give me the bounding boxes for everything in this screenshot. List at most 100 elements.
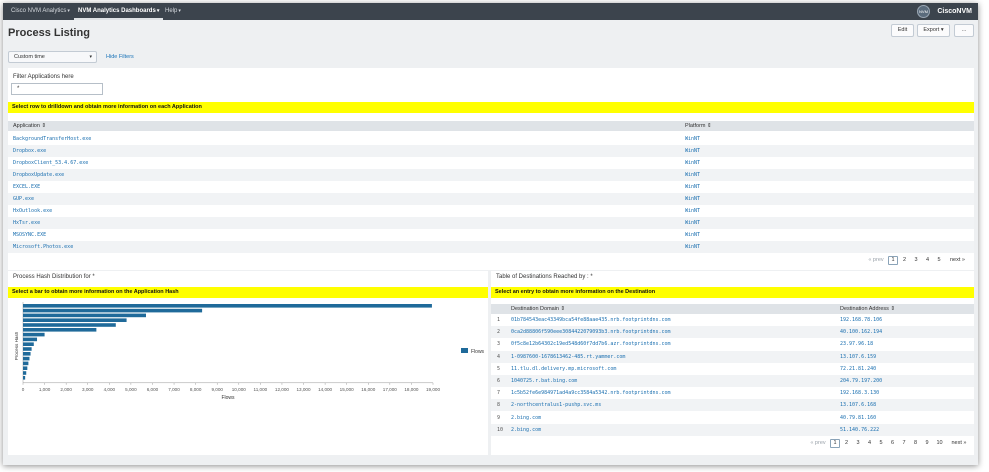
chart-bar[interactable] [23, 304, 432, 308]
x-tick-label: 3,000 [82, 387, 94, 392]
nav-nvm-analytics-dashboards[interactable]: NVM Analytics Dashboards▾ [74, 3, 164, 20]
application-cell: HxTsr.exe [13, 220, 41, 226]
page-1-link[interactable]: 1 [888, 256, 898, 265]
destination-address-cell: 40.79.81.160 [840, 414, 877, 421]
column-destination-address[interactable]: Destination Address ⇕ [840, 304, 895, 314]
row-number: 8 [497, 402, 501, 409]
chart-bar[interactable] [23, 323, 116, 327]
chart-bar[interactable] [23, 313, 146, 318]
table-row[interactable]: 6 1040725.r.bat.bing.com 204.79.197.200 [491, 375, 974, 387]
page-8-link[interactable]: 8 [911, 439, 921, 448]
x-tick-label: 10,000 [232, 387, 246, 392]
caret-down-icon: ▾ [940, 27, 944, 33]
page-4-link[interactable]: 4 [923, 256, 933, 265]
nav-cisco-nvm-analytics[interactable]: Cisco NVM Analytics▾ [7, 3, 74, 20]
table-row[interactable]: GUP.exe WinNT [8, 193, 974, 205]
x-tick-label: 5,000 [125, 387, 137, 392]
table-row[interactable]: 2 0ca2d88806f590eee3084422079093b3.nrb.fo… [491, 326, 974, 339]
table-row[interactable]: HxTsr.exe WinNT [8, 217, 974, 229]
page-3-link[interactable]: 3 [853, 439, 863, 448]
column-label: Platform [685, 123, 706, 129]
more-actions-button[interactable]: ... [954, 24, 974, 37]
table-row[interactable]: MSOSYNC.EXE WinNT [8, 229, 974, 241]
page-4-link[interactable]: 4 [865, 439, 875, 448]
column-destination-domain[interactable]: Destination Domain ⇕ [511, 304, 565, 314]
table-row[interactable]: HxOutlook.exe WinNT [8, 205, 974, 217]
export-label: Export [923, 27, 940, 33]
legend-label: Flows [471, 349, 485, 355]
table-row[interactable]: Dropbox.exe WinNT [8, 145, 974, 157]
export-button[interactable]: Export ▾ [917, 24, 950, 37]
chart-bar[interactable] [23, 371, 27, 375]
table-row[interactable]: 3 0f5c8e12b64302c19ed548d60f7dd7b6.azr.fo… [491, 338, 974, 350]
destination-domain-cell: 0f5c8e12b64302c19ed548d60f7dd7b6.azr.foo… [511, 341, 671, 348]
column-application[interactable]: Application ⇕ [13, 121, 46, 131]
hide-filters-link[interactable]: Hide Filters [106, 54, 134, 60]
table-row[interactable]: 1 01b784543eac43349bca54fe88aae435.nrb.fo… [491, 314, 974, 326]
prev-page-link[interactable]: « prev [807, 439, 829, 448]
table-row[interactable]: EXCEL.EXE WinNT [8, 181, 974, 193]
sort-icon: ⇕ [707, 123, 712, 129]
caret-down-icon: ▾ [67, 8, 70, 14]
next-page-link[interactable]: next » [948, 439, 970, 448]
table-row[interactable]: DropboxUpdate.exe WinNT [8, 169, 974, 181]
page-6-link[interactable]: 6 [888, 439, 898, 448]
row-number: 5 [497, 365, 501, 372]
x-tick-label: 9,000 [211, 387, 223, 392]
destination-address-cell: 192.168.78.106 [840, 317, 883, 323]
table-row[interactable]: 10 2.bing.com 51.140.76.222 [491, 423, 974, 436]
x-tick-label: 7,000 [168, 387, 180, 392]
filter-applications-input[interactable]: * [11, 83, 103, 95]
chart-bar[interactable] [23, 342, 34, 346]
table-row[interactable]: Microsoft.Photos.exe WinNT [8, 241, 974, 253]
next-page-link[interactable]: next » [947, 256, 969, 265]
table-row[interactable]: 7 1c5b52fe6e984971ad4a9cc3584a5342.nrb.fo… [491, 387, 974, 399]
row-number: 1 [497, 317, 501, 323]
page-5-link[interactable]: 5 [934, 256, 944, 265]
destinations-table-header: Destination Domain ⇕ Destination Address… [491, 304, 974, 314]
destinations-instruction-banner: Select an entry to obtain more informati… [491, 287, 974, 298]
page-9-link[interactable]: 9 [922, 439, 932, 448]
platform-cell: WinNT [685, 148, 701, 154]
platform-cell: WinNT [685, 244, 701, 250]
x-tick-label: 2,000 [60, 387, 72, 392]
chart-bar[interactable] [23, 366, 28, 370]
application-cell: HxOutlook.exe [13, 208, 53, 214]
hash-panel-title: Process Hash Distribution for * [13, 274, 95, 280]
chart-bar[interactable] [23, 361, 29, 366]
table-row[interactable]: 5 11.tlu.dl.delivery.mp.microsoft.com 72.2… [491, 363, 974, 375]
page-2-link[interactable]: 2 [900, 256, 910, 265]
chart-bar[interactable] [23, 356, 30, 361]
chart-bar[interactable] [23, 352, 31, 356]
platform-cell: WinNT [685, 184, 701, 190]
chart-bar[interactable] [23, 328, 97, 332]
application-cell: Microsoft.Photos.exe [13, 244, 74, 250]
table-row[interactable]: 4 1-0987600-1678613462-485.rt.yammer.com 1… [491, 350, 974, 363]
page-2-link[interactable]: 2 [842, 439, 852, 448]
chart-bar[interactable] [23, 318, 127, 322]
table-row[interactable]: DropboxClient_53.4.67.exe WinNT [8, 157, 974, 169]
page-5-link[interactable]: 5 [876, 439, 886, 448]
chart-bar[interactable] [23, 376, 26, 380]
chart-bar[interactable] [23, 308, 203, 313]
page-1-link[interactable]: 1 [830, 439, 840, 448]
table-row[interactable]: BackgroundTransferHost.exe WinNT [8, 133, 974, 145]
row-number: 3 [497, 341, 501, 348]
hash-bar-chart-svg: 0 1,000 2,000 3,000 4,000 5,000 6,000 7,000 8,00… [14, 302, 485, 401]
time-range-picker[interactable]: Custom time ▾ [8, 51, 97, 63]
page-10-link[interactable]: 10 [934, 439, 946, 448]
chart-bar[interactable] [23, 347, 32, 351]
prev-page-link[interactable]: « prev [865, 256, 887, 265]
page-3-link[interactable]: 3 [911, 256, 921, 265]
chart-bar[interactable] [23, 332, 45, 337]
chart-bar[interactable] [23, 337, 38, 342]
column-platform[interactable]: Platform ⇕ [685, 121, 712, 131]
edit-button[interactable]: Edit [891, 24, 914, 37]
platform-cell: WinNT [685, 220, 701, 226]
row-number: 6 [497, 378, 501, 384]
nav-help[interactable]: Help▾ [161, 3, 185, 20]
table-row[interactable]: 9 2.bing.com 40.79.81.160 [491, 412, 974, 424]
page-7-link[interactable]: 7 [899, 439, 909, 448]
applications-instruction-banner: Select row to drilldown and obtain more … [8, 102, 974, 113]
table-row[interactable]: 8 2-northcentralus1-pushp.svc.ms 13.107.6.… [491, 399, 974, 412]
